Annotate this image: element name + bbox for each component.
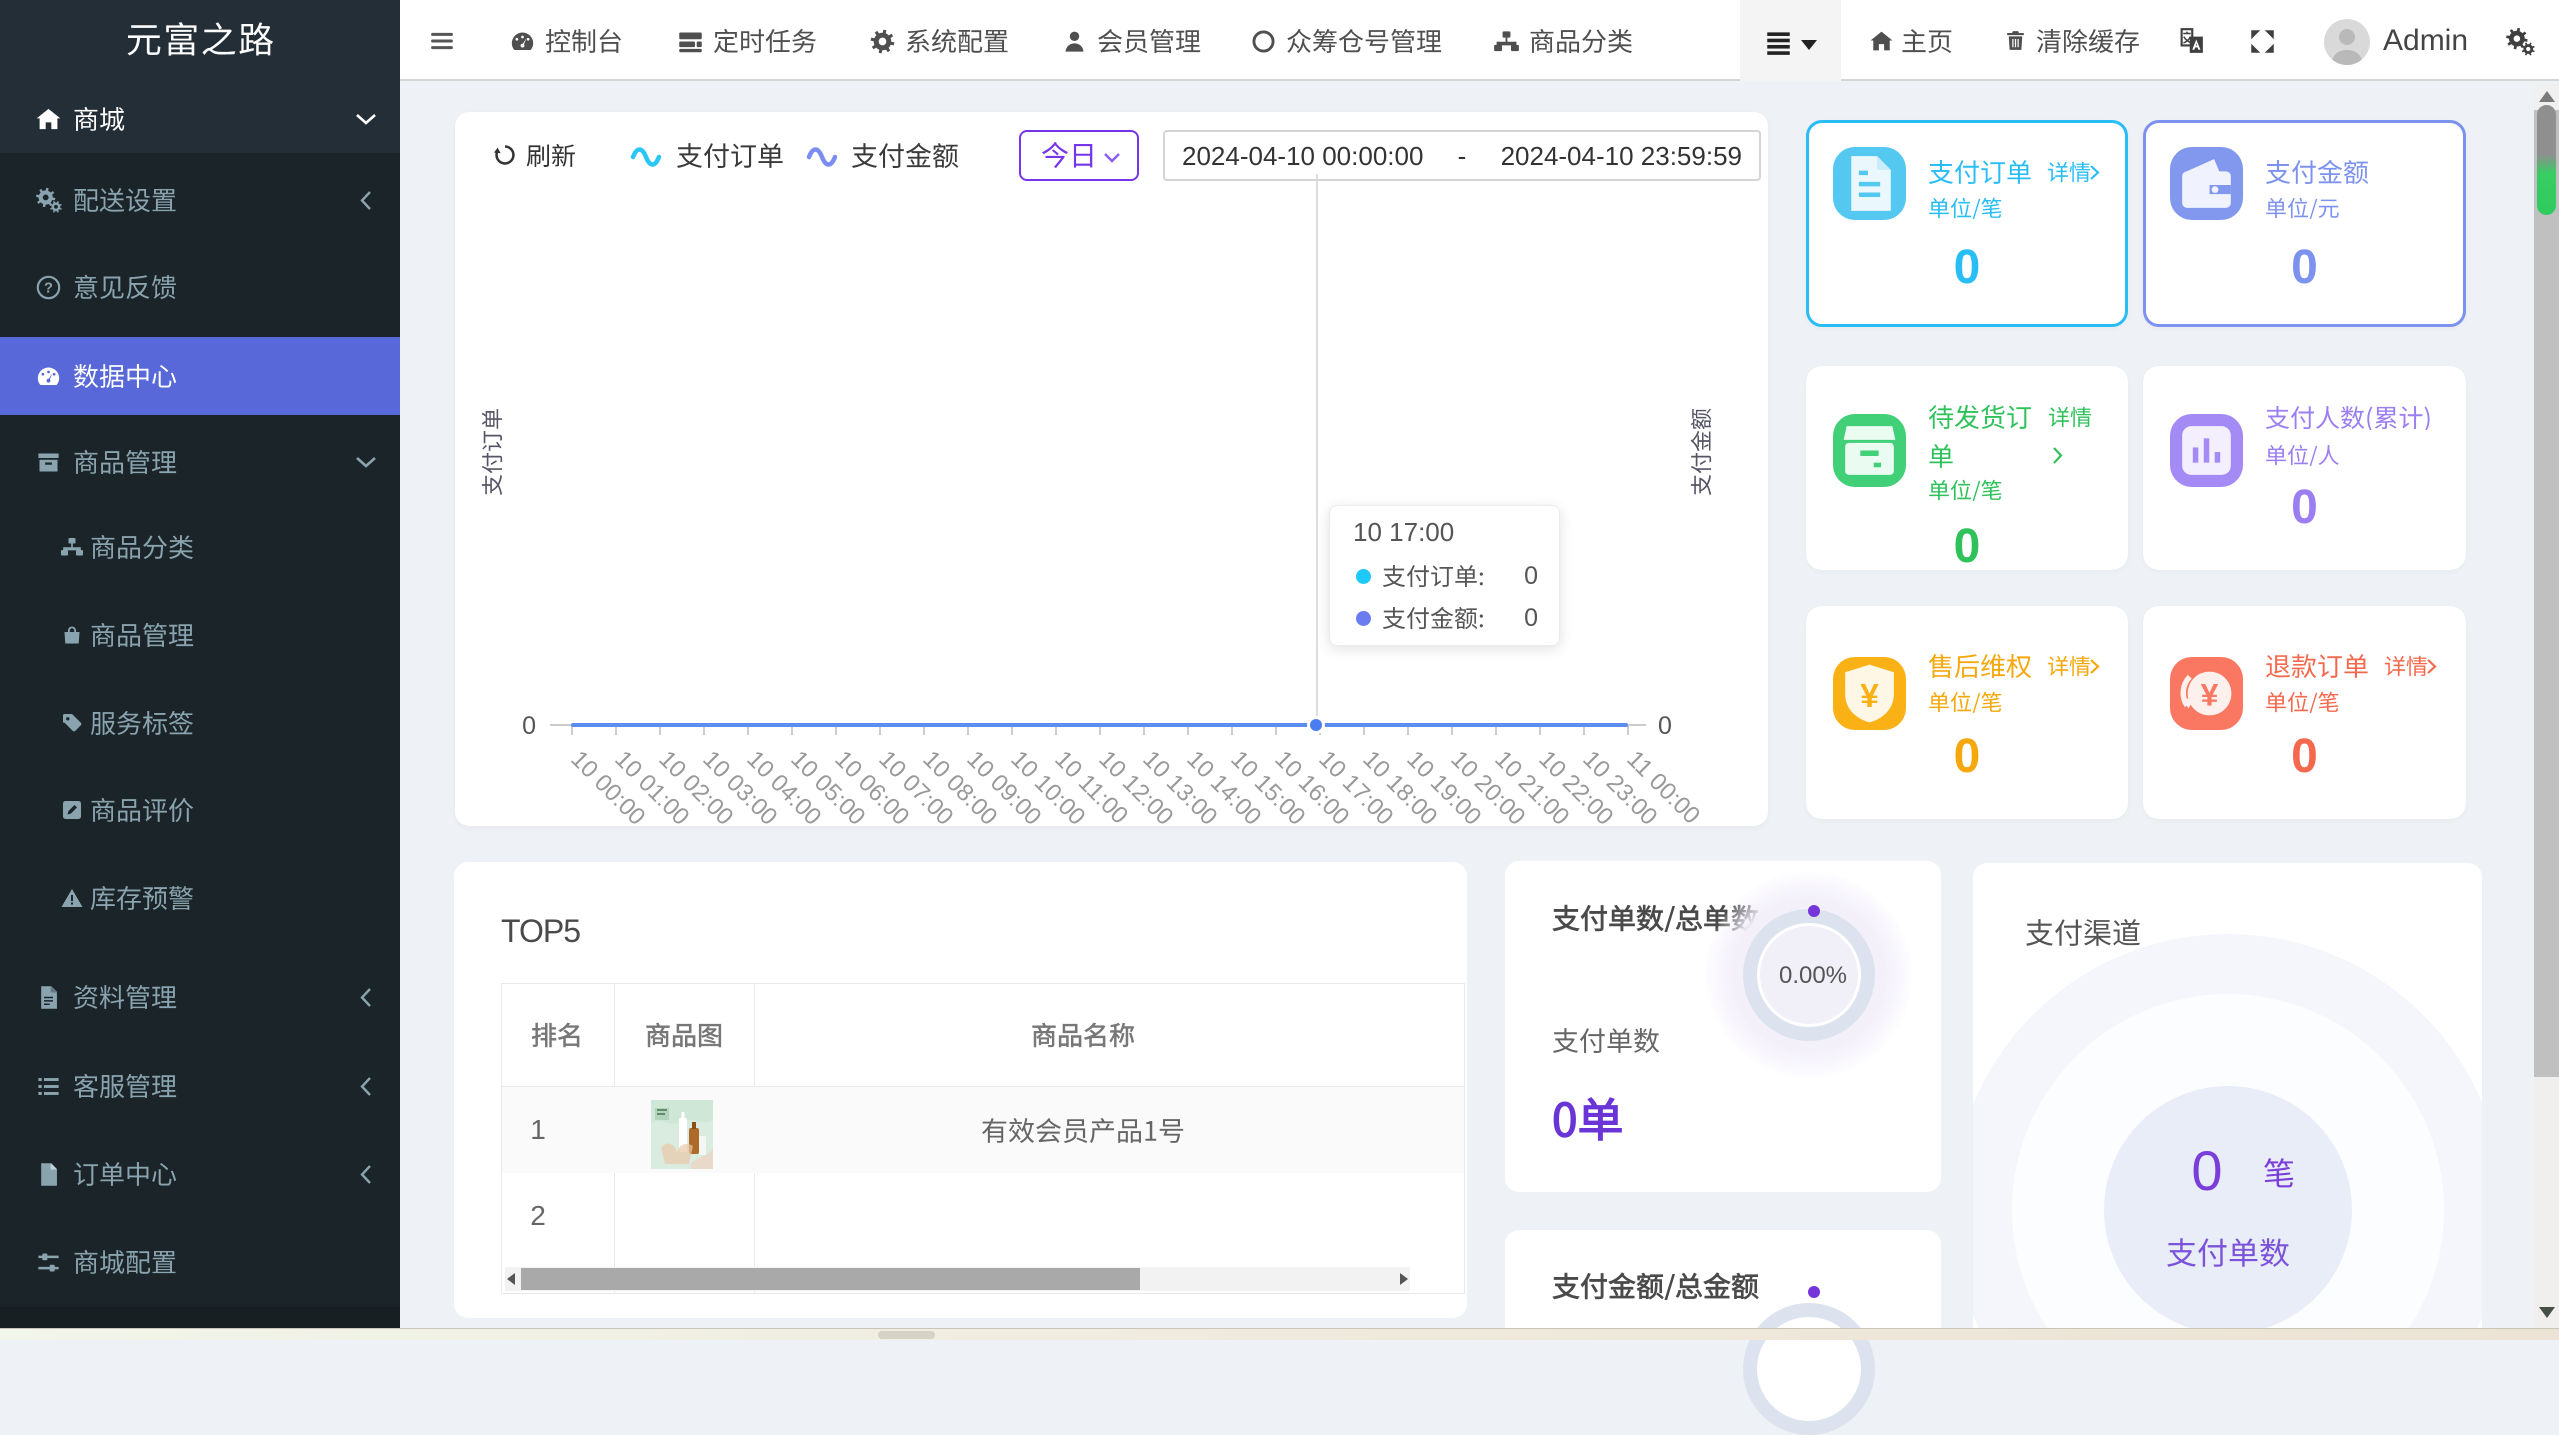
- svg-text:¥: ¥: [2201, 677, 2219, 713]
- svg-text:?: ?: [44, 281, 53, 297]
- svg-text:¥: ¥: [1860, 678, 1879, 715]
